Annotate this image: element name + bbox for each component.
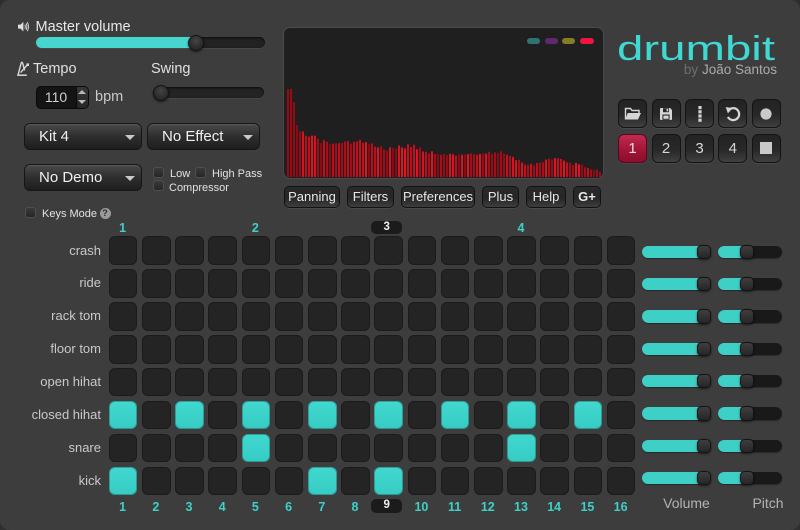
svg-text:drumbit: drumbit bbox=[617, 30, 776, 65]
